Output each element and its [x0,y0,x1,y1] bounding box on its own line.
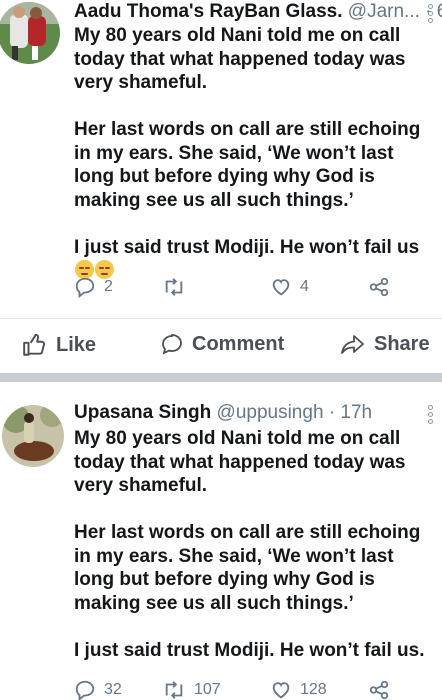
reply-icon [75,680,95,700]
author-handle[interactable]: @uppusingh [217,402,324,423]
fb-comment-button[interactable]: Comment [160,332,284,356]
fb-comment-label: Comment [192,332,285,355]
tweet-time: 6h [437,1,442,22]
like-count: 128 [300,681,327,698]
share-icon [369,277,389,297]
like-icon [272,279,290,296]
tweet[interactable]: Upasana Singh @uppusingh · 17h My 80 yea… [0,395,442,700]
fb-share-label: Share [374,332,430,355]
fb-comment-icon [162,334,182,355]
avatar[interactable] [2,405,64,467]
share-icon [369,680,389,700]
facebook-action-bar: Like Comment Share [0,318,442,373]
retweet-icon [165,278,183,296]
more-icon[interactable] [428,405,434,426]
more-icon[interactable] [428,4,434,25]
retweet-icon [165,681,183,699]
tweet-header: Upasana Singh @uppusingh · 17h [74,402,373,423]
fb-like-label: Like [56,333,97,356]
retweet-button[interactable] [162,276,186,298]
author-name[interactable]: Aadu Thoma's RayBan Glass. [74,1,343,22]
tweet[interactable]: Aadu Thoma's RayBan Glass. @Jarn... · 6h… [0,0,442,318]
like-count: 4 [300,278,309,295]
retweet-count: 107 [194,681,221,698]
reply-count: 2 [104,278,113,295]
tweet-time: 17h [340,402,373,423]
tweet-paragraph: I just said trust Modiji. He won’t fail … [74,639,425,661]
tweet-text: My 80 years old Nani told me on call tod… [74,427,436,662]
retweet-button[interactable]: 107 [162,679,221,700]
tweet-text: My 80 years old Nani told me on call tod… [74,24,436,283]
fb-share-button[interactable]: Share [340,332,430,356]
feed-separator [0,373,442,382]
fb-like-button[interactable]: Like [22,332,96,358]
author-name[interactable]: Upasana Singh [74,402,211,423]
fb-share-icon [341,335,364,354]
reply-count: 32 [104,681,122,698]
reply-icon [75,277,95,298]
like-button[interactable]: 128 [270,679,327,700]
author-handle[interactable]: @Jarn... [348,1,420,22]
avatar[interactable] [0,2,60,64]
tweet-paragraph: Her last words on call are still echoing… [74,522,421,614]
reply-button[interactable]: 2 [74,276,113,298]
tweet-paragraph: My 80 years old Nani told me on call tod… [74,428,406,496]
tweet-paragraph: Her last words on call are still echoing… [74,119,421,211]
tweet-paragraph: My 80 years old Nani told me on call tod… [74,25,406,93]
tweet-header: Aadu Thoma's RayBan Glass. @Jarn... · 6h [74,1,442,23]
share-button[interactable] [368,679,390,700]
tweet-actions: 2 4 [74,276,404,302]
like-icon [272,682,290,699]
fb-like-icon [23,333,46,356]
share-button[interactable] [368,276,390,298]
reply-button[interactable]: 32 [74,679,122,700]
like-button[interactable]: 4 [270,276,309,298]
tweet-actions: 32 107 128 [74,679,404,700]
